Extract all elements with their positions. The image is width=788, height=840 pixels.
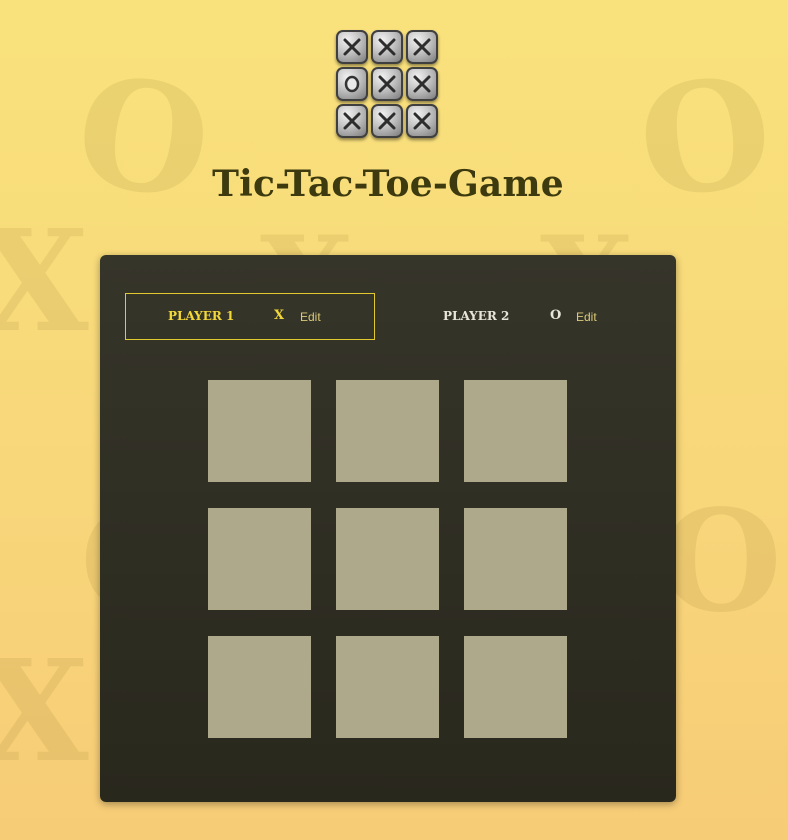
board-cell-8[interactable]: [336, 636, 439, 738]
background-o-glyph-left: O: [66, 41, 221, 235]
board-cell-2[interactable]: [336, 380, 439, 482]
board-cell-1[interactable]: [208, 380, 311, 482]
player-2-symbol: O: [550, 308, 562, 323]
board-cell-9[interactable]: [464, 636, 567, 738]
background-x-glyph-bottom-left: X: [0, 630, 89, 794]
logo-tile: [406, 30, 438, 64]
player-1-name: PLAYER 1: [168, 309, 235, 323]
x-icon: [343, 38, 361, 56]
logo-tile: [406, 104, 438, 138]
x-icon: [413, 75, 431, 93]
background-o-glyph-mid-right: O: [660, 480, 782, 644]
player-2-card: PLAYER 2 O Edit: [400, 293, 650, 340]
game-panel: PLAYER 1 X Edit PLAYER 2 O Edit: [100, 255, 676, 802]
player-1-symbol: X: [274, 308, 285, 323]
logo-tile: [371, 30, 403, 64]
x-icon: [378, 38, 396, 56]
board-cell-5[interactable]: [336, 508, 439, 610]
board-cell-7[interactable]: [208, 636, 311, 738]
logo-tile: [371, 104, 403, 138]
background-x-glyph-left: X: [0, 200, 89, 364]
player-2-edit-button[interactable]: Edit: [576, 310, 597, 324]
page-title: Tic-Tac-Toe-Game: [212, 163, 564, 205]
player-1-card: PLAYER 1 X Edit: [125, 293, 375, 340]
tic-tac-toe-logo: [336, 30, 438, 140]
board-cell-6[interactable]: [464, 508, 567, 610]
logo-tile: [371, 67, 403, 101]
o-icon: [344, 75, 360, 93]
logo-tile: [336, 104, 368, 138]
board-cell-3[interactable]: [464, 380, 567, 482]
x-icon: [343, 112, 361, 130]
board-cell-4[interactable]: [208, 508, 311, 610]
player-1-edit-button[interactable]: Edit: [300, 310, 321, 324]
x-icon: [413, 38, 431, 56]
x-icon: [413, 112, 431, 130]
game-board: [208, 380, 567, 738]
x-icon: [378, 75, 396, 93]
logo-tile: [336, 30, 368, 64]
logo-tile: [406, 67, 438, 101]
logo-tile: [336, 67, 368, 101]
player-2-name: PLAYER 2: [443, 309, 510, 323]
x-icon: [378, 112, 396, 130]
